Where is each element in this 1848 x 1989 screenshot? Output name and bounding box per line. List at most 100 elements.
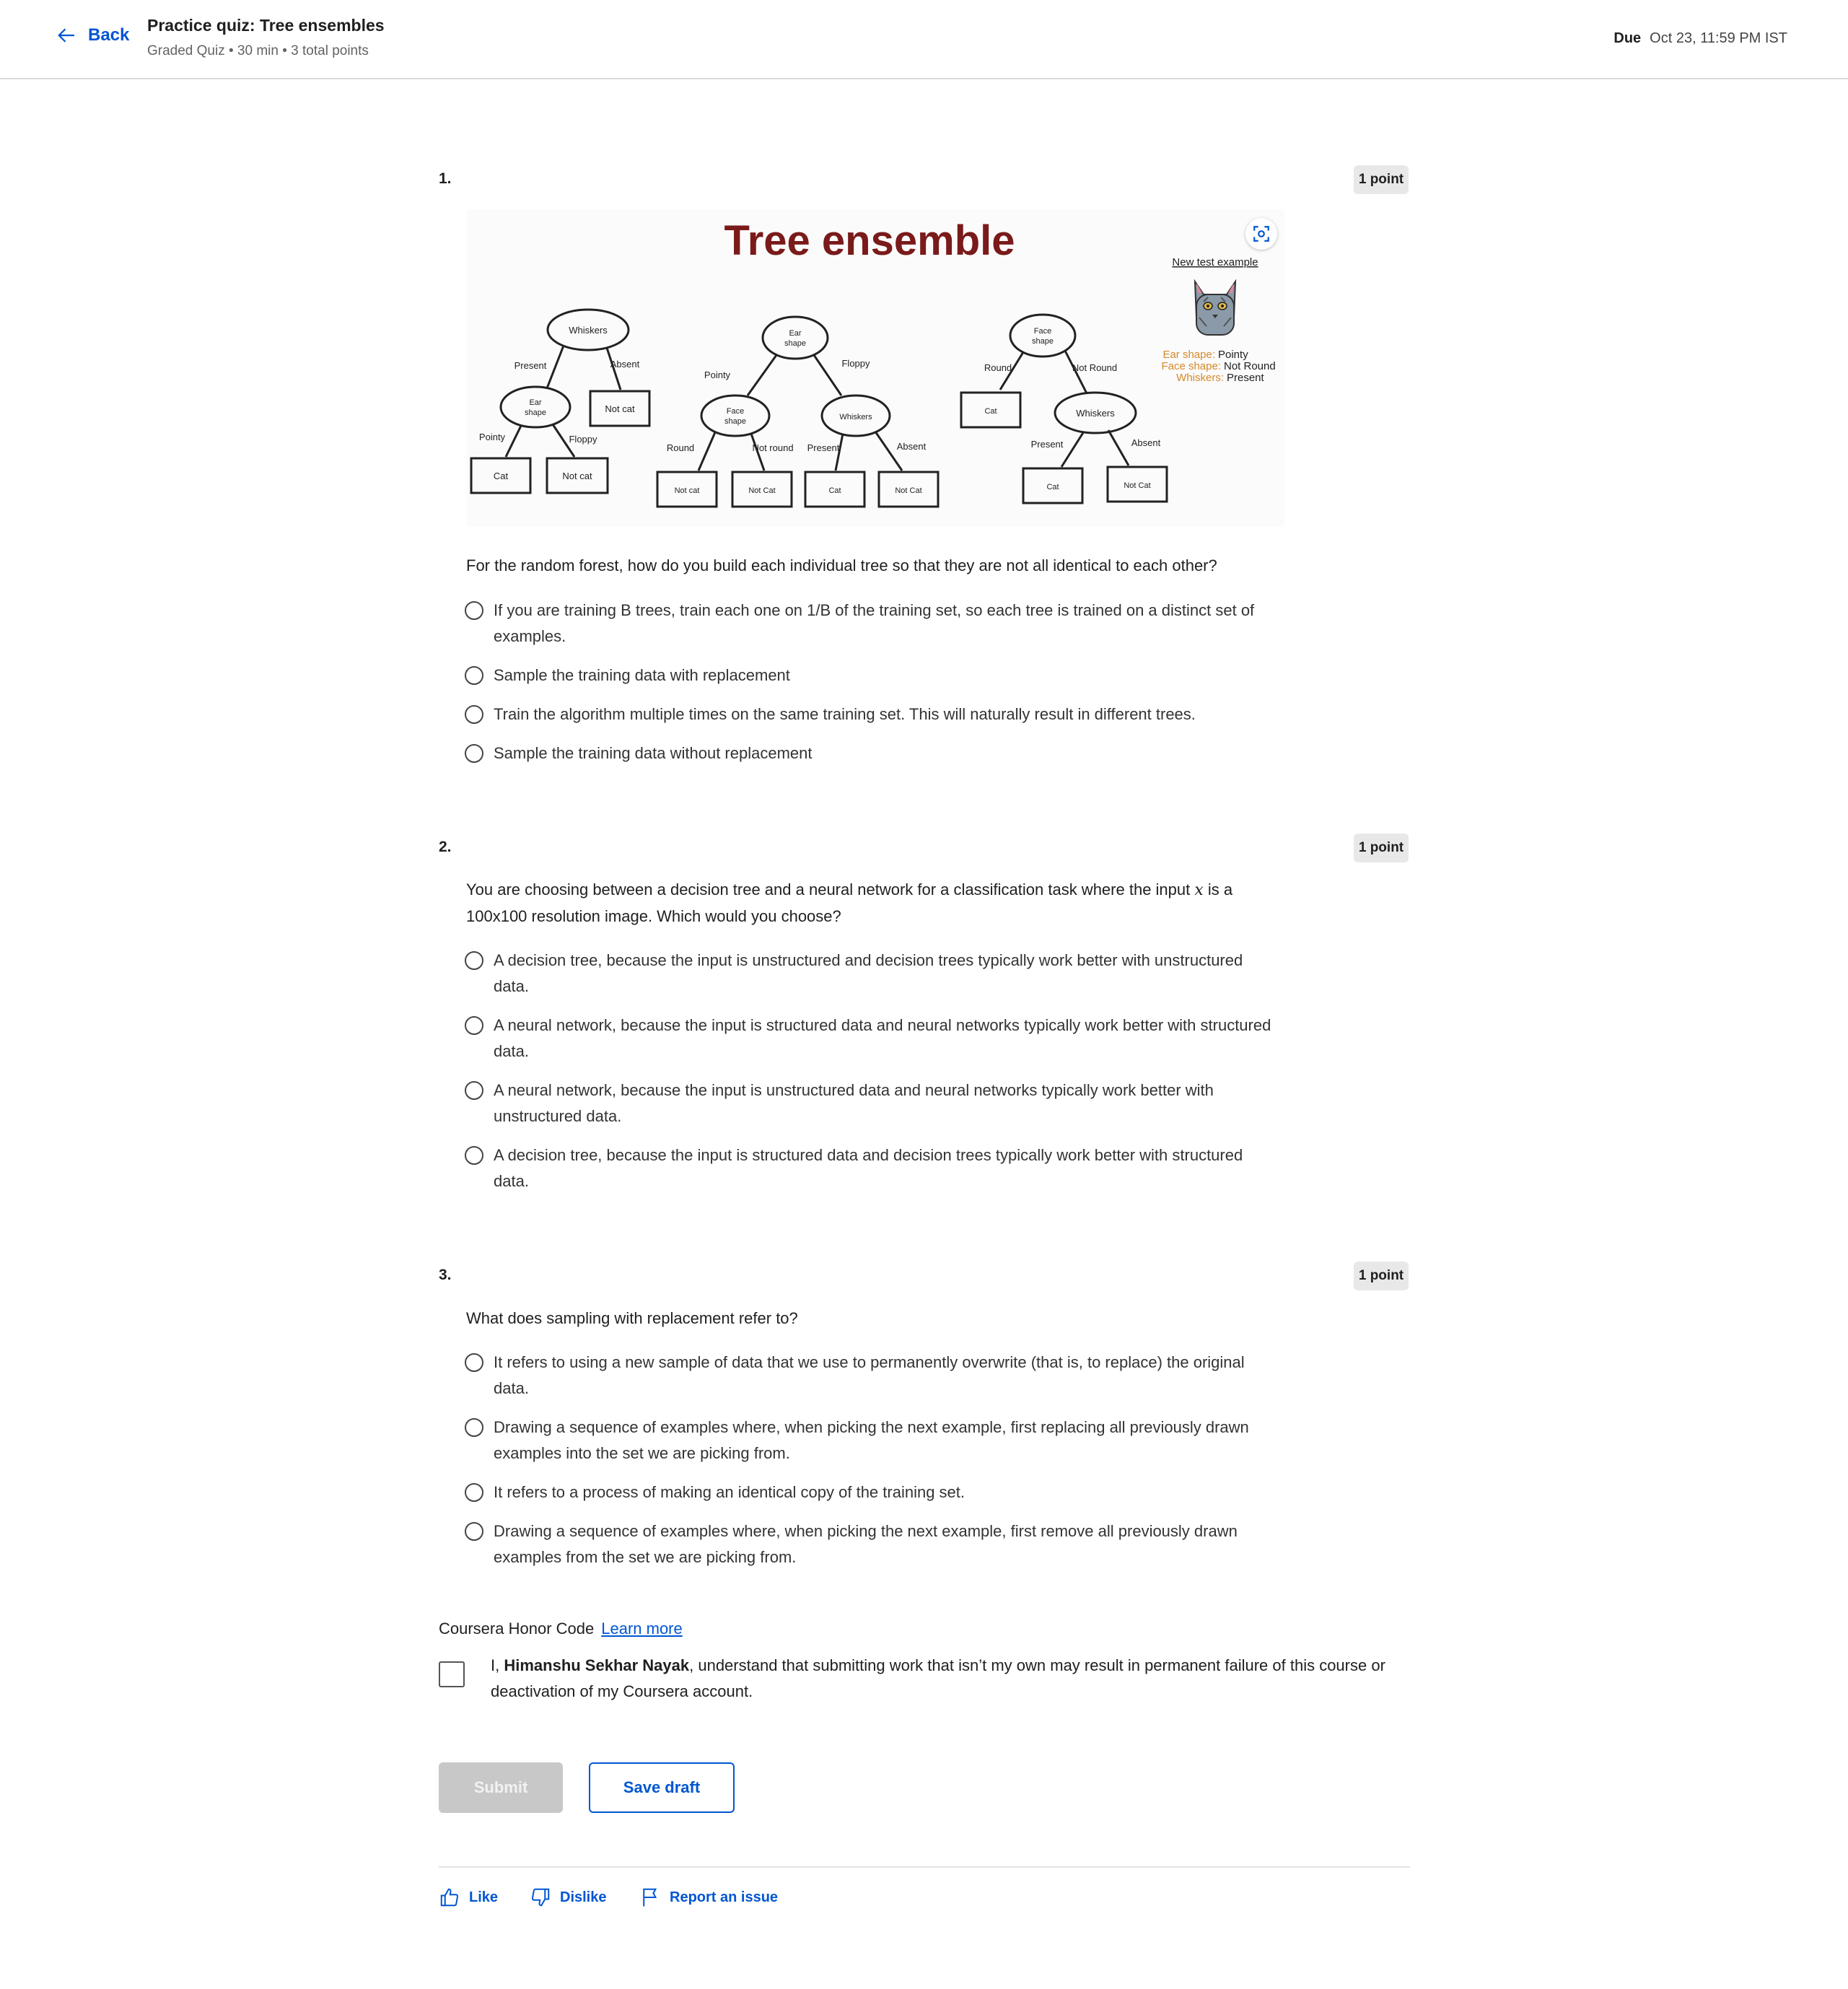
radio-button[interactable] xyxy=(465,1016,483,1035)
option-label: Sample the training data without replace… xyxy=(494,744,813,762)
question-text: What does sampling with replacement refe… xyxy=(466,1309,798,1327)
svg-text:Whiskers:: Whiskers: xyxy=(1176,372,1224,384)
svg-text:Whiskers: Whiskers xyxy=(839,413,872,421)
svg-text:Not Cat: Not Cat xyxy=(1124,481,1150,490)
question-text: You are choosing between a decision tree… xyxy=(466,880,1233,925)
honor-code-checkbox[interactable] xyxy=(439,1661,465,1687)
answer-option[interactable]: If you are training B trees, train each … xyxy=(465,598,1280,650)
radio-button[interactable] xyxy=(465,744,483,763)
radio-button[interactable] xyxy=(465,1483,483,1502)
radio-button[interactable] xyxy=(465,1146,483,1165)
svg-text:Floppy: Floppy xyxy=(841,358,870,369)
svg-text:shape: shape xyxy=(1032,337,1054,346)
radio-button[interactable] xyxy=(465,951,483,970)
svg-text:Cat: Cat xyxy=(828,486,841,495)
svg-text:Face shape:: Face shape: xyxy=(1161,360,1221,372)
svg-text:Ear: Ear xyxy=(789,329,801,338)
option-label: A neural network, because the input is s… xyxy=(494,1016,1271,1060)
thumbs-down-icon xyxy=(531,1888,550,1907)
svg-text:Face: Face xyxy=(1034,327,1051,336)
points-badge: 1 point xyxy=(1354,165,1409,194)
svg-text:Not Round: Not Round xyxy=(1072,362,1117,373)
learn-more-link[interactable]: Learn more xyxy=(601,1619,683,1638)
dislike-button[interactable]: Dislike xyxy=(530,1887,606,1908)
answer-option[interactable]: Train the algorithm multiple times on th… xyxy=(465,701,1280,727)
page-title: Practice quiz: Tree ensembles xyxy=(147,16,385,35)
new-test-example-label: New test example xyxy=(1172,256,1258,268)
thumbs-up-icon xyxy=(440,1888,459,1907)
learner-name: Himanshu Sekhar Nayak xyxy=(504,1656,690,1674)
flag-icon xyxy=(643,1888,657,1907)
radio-button[interactable] xyxy=(465,705,483,724)
svg-text:Cat: Cat xyxy=(494,471,509,481)
svg-text:Pointy: Pointy xyxy=(704,370,731,380)
expand-image-button[interactable] xyxy=(1245,218,1277,250)
svg-text:Not Cat: Not Cat xyxy=(895,486,921,495)
report-issue-button[interactable]: Report an issue xyxy=(639,1887,778,1908)
report-label: Report an issue xyxy=(670,1889,779,1905)
like-label: Like xyxy=(469,1889,499,1905)
svg-text:Cat: Cat xyxy=(984,407,997,416)
honor-code-statement: I, Himanshu Sekhar Nayak, understand tha… xyxy=(491,1656,1385,1700)
question-text: For the random forest, how do you build … xyxy=(466,556,1217,574)
dislike-label: Dislike xyxy=(560,1889,607,1905)
answer-option[interactable]: Drawing a sequence of examples where, wh… xyxy=(465,1415,1280,1466)
answer-option[interactable]: A neural network, because the input is u… xyxy=(465,1077,1280,1129)
svg-text:Whiskers: Whiskers xyxy=(1076,408,1115,419)
radio-button[interactable] xyxy=(465,666,483,685)
answer-option[interactable]: Sample the training data without replace… xyxy=(465,740,1280,766)
answer-option[interactable]: Drawing a sequence of examples where, wh… xyxy=(465,1518,1280,1570)
option-label: A decision tree, because the input is st… xyxy=(494,1146,1243,1190)
svg-text:Not cat: Not cat xyxy=(675,486,700,495)
radio-button[interactable] xyxy=(465,601,483,620)
svg-text:Ear: Ear xyxy=(529,398,541,407)
like-button[interactable]: Like xyxy=(439,1887,498,1908)
svg-text:Present: Present xyxy=(1031,439,1064,450)
svg-text:Face: Face xyxy=(727,407,744,416)
option-label: It refers to using a new sample of data … xyxy=(494,1353,1245,1397)
svg-text:Ear shape:: Ear shape: xyxy=(1162,349,1215,361)
back-label: Back xyxy=(88,25,130,45)
option-label: Train the algorithm multiple times on th… xyxy=(494,705,1196,723)
option-label: Drawing a sequence of examples where, wh… xyxy=(494,1418,1249,1462)
question-number: 3. xyxy=(439,1267,452,1283)
option-label: Drawing a sequence of examples where, wh… xyxy=(494,1522,1238,1566)
svg-text:Cat: Cat xyxy=(1046,483,1059,491)
answer-option[interactable]: A neural network, because the input is s… xyxy=(465,1013,1280,1065)
top-bar: Back Practice quiz: Tree ensembles Grade… xyxy=(0,0,1848,79)
svg-text:Round: Round xyxy=(984,362,1012,373)
answer-option[interactable]: A decision tree, because the input is un… xyxy=(465,948,1280,1000)
svg-text:shape: shape xyxy=(724,417,746,426)
svg-text:Floppy: Floppy xyxy=(569,434,597,445)
back-button[interactable]: Back xyxy=(56,25,129,46)
tree-ensemble-figure: Tree ensemble Whiskers Present Absent No… xyxy=(466,209,1284,527)
points-badge: 1 point xyxy=(1354,1262,1409,1290)
svg-text:Present: Present xyxy=(1227,372,1265,384)
due-value: Oct 23, 11:59 PM IST xyxy=(1650,30,1787,46)
radio-button[interactable] xyxy=(465,1418,483,1437)
svg-text:Absent: Absent xyxy=(610,359,640,370)
answer-option[interactable]: It refers to a process of making an iden… xyxy=(465,1479,1280,1505)
answer-option[interactable]: A decision tree, because the input is st… xyxy=(465,1142,1280,1194)
svg-text:Not Round: Not Round xyxy=(1224,360,1276,372)
radio-button[interactable] xyxy=(465,1353,483,1372)
answer-option[interactable]: Sample the training data with replacemen… xyxy=(465,663,1280,688)
radio-button[interactable] xyxy=(465,1081,483,1100)
option-label: It refers to a process of making an iden… xyxy=(494,1483,965,1501)
option-label: Sample the training data with replacemen… xyxy=(494,666,790,684)
svg-text:Pointy: Pointy xyxy=(479,432,506,442)
svg-text:Round: Round xyxy=(667,442,694,453)
svg-text:Not round: Not round xyxy=(752,442,793,453)
svg-text:Pointy: Pointy xyxy=(1218,349,1248,361)
figure-title: Tree ensemble xyxy=(724,217,1015,264)
save-draft-button[interactable]: Save draft xyxy=(589,1762,735,1813)
option-label: A decision tree, because the input is un… xyxy=(494,951,1243,995)
svg-text:Absent: Absent xyxy=(1131,437,1161,448)
submit-button[interactable]: Submit xyxy=(439,1762,563,1813)
question-number: 1. xyxy=(439,170,452,187)
svg-text:Present: Present xyxy=(514,360,547,371)
question-number: 2. xyxy=(439,839,452,855)
svg-text:Whiskers: Whiskers xyxy=(569,325,608,336)
answer-option[interactable]: It refers to using a new sample of data … xyxy=(465,1350,1280,1402)
radio-button[interactable] xyxy=(465,1522,483,1541)
